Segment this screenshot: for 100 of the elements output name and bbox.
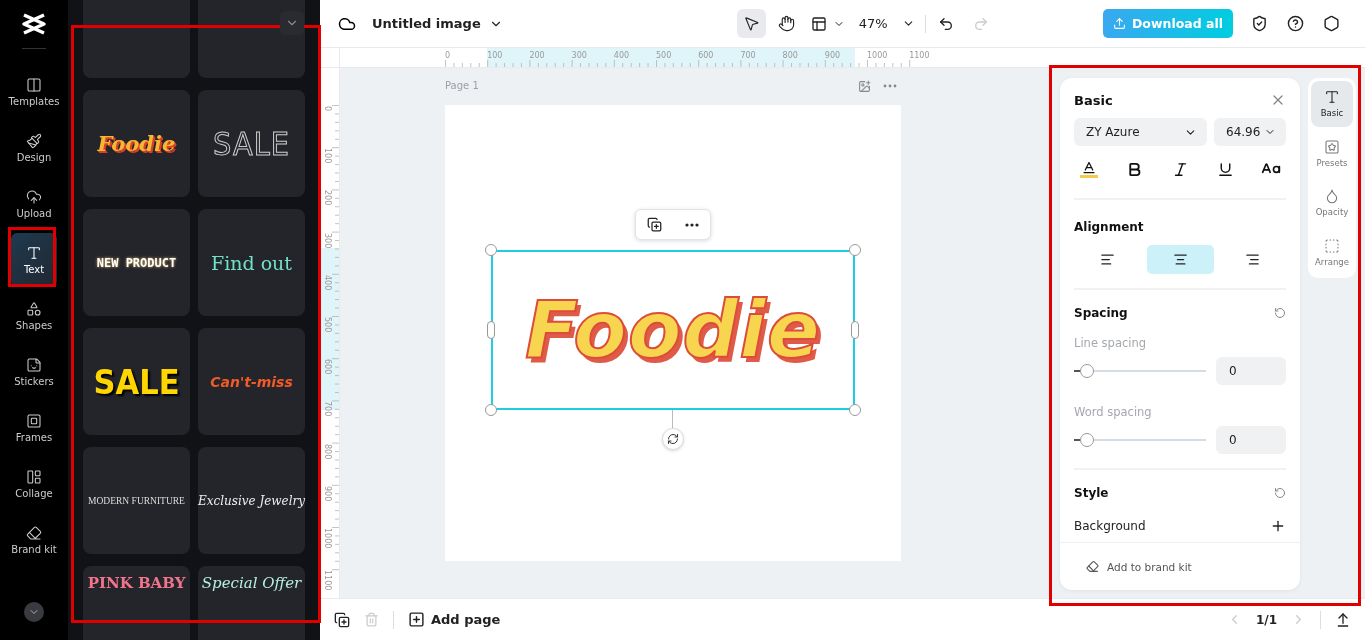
ruler-label: 500 bbox=[323, 317, 332, 333]
select-tool-button[interactable] bbox=[736, 9, 766, 38]
text-preset-card[interactable]: PINK BABY bbox=[83, 566, 190, 640]
field-label: Word spacing bbox=[1074, 405, 1152, 419]
nav-item[interactable]: Brand kit bbox=[11, 513, 57, 567]
preset-text: Special Offer bbox=[201, 574, 302, 592]
expand-button[interactable] bbox=[24, 602, 44, 622]
redo-icon bbox=[973, 15, 990, 32]
stickers-icon bbox=[26, 356, 42, 373]
section-title: Spacing bbox=[1074, 306, 1128, 320]
duplicate-page-button[interactable] bbox=[334, 611, 350, 628]
resize-handle[interactable] bbox=[849, 404, 861, 416]
reset-button[interactable] bbox=[1274, 307, 1286, 319]
ruler-label: 900 bbox=[824, 51, 841, 60]
align-right-icon bbox=[1245, 252, 1260, 267]
ruler-label: 700 bbox=[740, 51, 756, 60]
add-background-button[interactable] bbox=[1270, 518, 1286, 534]
ruler-label: 1000 bbox=[323, 528, 332, 549]
section-title: Alignment bbox=[1074, 220, 1144, 234]
resize-handle[interactable] bbox=[487, 321, 495, 339]
align-left-icon bbox=[1100, 252, 1115, 267]
field-label: Line spacing bbox=[1074, 336, 1147, 350]
page-image-button[interactable] bbox=[858, 80, 871, 93]
resize-handle[interactable] bbox=[485, 244, 497, 256]
highlight-frame bbox=[8, 227, 56, 287]
ruler-label: 1000 bbox=[867, 51, 888, 60]
text-preset-card[interactable] bbox=[198, 0, 305, 78]
background-label: Background bbox=[1074, 519, 1146, 533]
layout-icon bbox=[810, 15, 827, 32]
add-to-brand-kit-button[interactable]: Add to brand kit bbox=[1086, 560, 1192, 573]
preset-text: Exclusive Jewelry bbox=[197, 493, 306, 508]
ruler-label: 0 bbox=[323, 106, 332, 112]
text-preset-card[interactable]: Exclusive Jewelry bbox=[198, 447, 305, 554]
number-field[interactable]: 0 bbox=[1216, 426, 1286, 454]
trash-icon bbox=[364, 612, 379, 627]
nav-item[interactable]: Stickers bbox=[11, 345, 57, 399]
preset-text: SALE bbox=[93, 361, 180, 402]
property-tab[interactable]: Arrange bbox=[1311, 229, 1353, 275]
text-preset-card[interactable]: Find out bbox=[198, 209, 305, 316]
opacity-icon bbox=[1324, 188, 1340, 205]
preset-text: PINK BABY bbox=[87, 574, 186, 592]
property-tab[interactable]: Opacity bbox=[1311, 180, 1353, 226]
property-tab[interactable]: Basic bbox=[1311, 81, 1353, 127]
text-preset-card[interactable]: SALE bbox=[198, 90, 305, 197]
slider-thumb[interactable] bbox=[1079, 364, 1094, 378]
ruler-label: 300 bbox=[571, 51, 587, 60]
underline-icon bbox=[1217, 160, 1234, 178]
preset-text: MODERN FURNITURE bbox=[88, 495, 185, 506]
undo-icon bbox=[938, 15, 955, 32]
reset-icon bbox=[1274, 487, 1286, 499]
templates-icon bbox=[26, 76, 42, 93]
ruler-label: 400 bbox=[613, 51, 630, 60]
text-preset-card[interactable]: Can't-miss bbox=[198, 328, 305, 435]
text-preset-card[interactable]: NEW PRODUCT bbox=[83, 209, 190, 316]
presets-icon bbox=[1324, 138, 1340, 155]
nav-item[interactable]: Collage bbox=[11, 457, 57, 511]
arrange-icon bbox=[1324, 237, 1340, 254]
number-field[interactable]: 0 bbox=[1216, 357, 1286, 385]
duplicate-button[interactable] bbox=[647, 217, 663, 232]
text-preset-card[interactable] bbox=[83, 0, 190, 78]
nav-item[interactable]: Upload bbox=[11, 177, 57, 231]
ruler-label: 400 bbox=[323, 274, 332, 291]
preset-text: Foodie bbox=[97, 131, 176, 156]
nav-item[interactable]: Design bbox=[11, 121, 57, 175]
page-more-button[interactable] bbox=[883, 84, 897, 88]
size-dropdown[interactable]: 64.96 bbox=[1214, 118, 1286, 146]
preset-text: SALE bbox=[213, 124, 290, 163]
text-preset-card[interactable]: SALE bbox=[83, 328, 190, 435]
add-page-button[interactable]: Add page bbox=[408, 611, 501, 628]
font-dropdown[interactable]: ZY Azure bbox=[1074, 118, 1207, 146]
slider-thumb[interactable] bbox=[1079, 433, 1094, 447]
nav-item[interactable]: Shapes bbox=[11, 289, 57, 343]
collapse-button[interactable] bbox=[280, 11, 304, 35]
title-dropdown[interactable]: Untitled image bbox=[356, 16, 503, 31]
page-counter: 1/1 bbox=[1255, 612, 1277, 627]
settings-icon bbox=[1322, 15, 1340, 32]
property-tab[interactable]: Presets bbox=[1311, 130, 1353, 176]
ruler-label: 100 bbox=[487, 51, 503, 60]
resize-handle[interactable] bbox=[849, 244, 861, 256]
align-center-icon bbox=[1172, 252, 1188, 267]
text-preset-card[interactable]: Special Offer bbox=[198, 566, 305, 640]
ruler-label: 0 bbox=[445, 51, 451, 60]
zoom-dropdown[interactable]: 47% bbox=[854, 9, 919, 38]
nav-item[interactable]: Frames bbox=[11, 401, 57, 455]
alignment-button[interactable] bbox=[1146, 245, 1214, 274]
duplicate-icon bbox=[647, 217, 663, 232]
ruler-label: 1100 bbox=[323, 570, 332, 591]
panel-title: Basic bbox=[1074, 92, 1113, 108]
ruler-label: 800 bbox=[782, 51, 798, 60]
text-preset-card[interactable]: Foodie bbox=[83, 90, 190, 197]
more-button[interactable] bbox=[684, 222, 699, 227]
resize-handle[interactable] bbox=[485, 404, 497, 416]
text-icon bbox=[26, 244, 42, 261]
rotate-button[interactable] bbox=[662, 428, 684, 450]
preset-text: NEW PRODUCT bbox=[96, 255, 177, 270]
text-preset-card[interactable]: MODERN FURNITURE bbox=[83, 447, 190, 554]
reset-button[interactable] bbox=[1274, 487, 1286, 499]
resize-handle[interactable] bbox=[851, 321, 859, 339]
bold-icon bbox=[1126, 160, 1143, 178]
page-label: Page 1 bbox=[445, 80, 479, 91]
